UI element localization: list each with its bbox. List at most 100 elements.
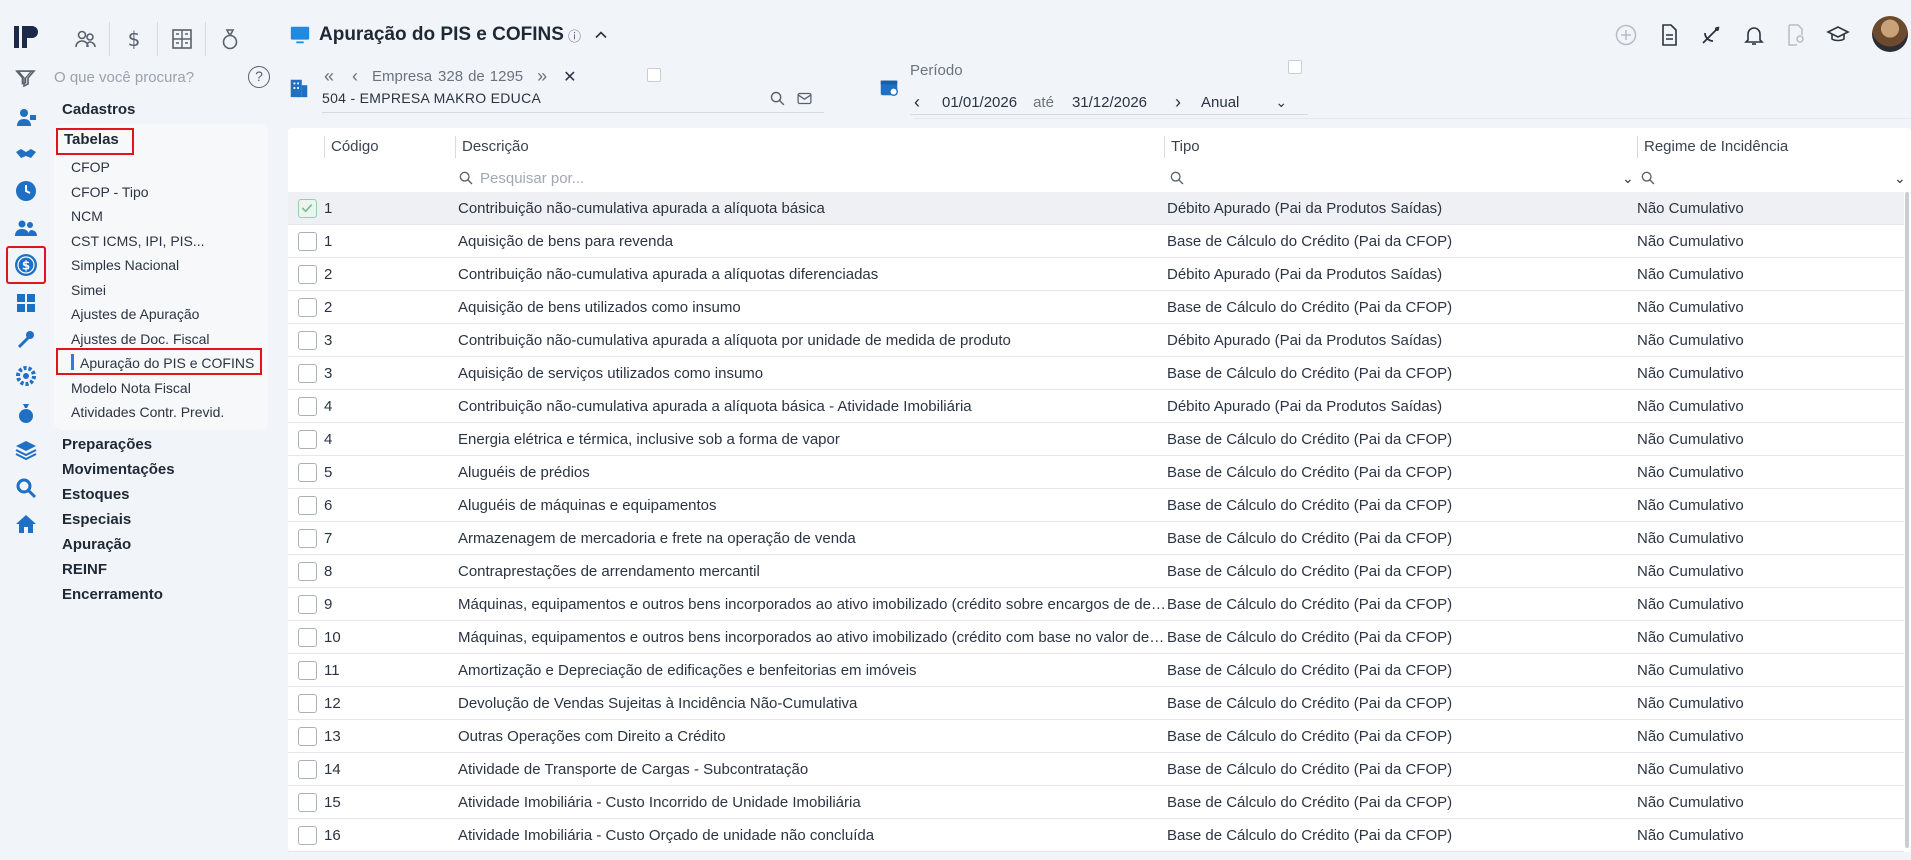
menu-search[interactable]: O que você procura? (14, 66, 270, 88)
people-icon[interactable] (62, 22, 110, 56)
row-checkbox[interactable] (298, 694, 317, 713)
row-checkbox[interactable] (298, 793, 317, 812)
next-period-button[interactable]: › (1175, 92, 1181, 113)
row-checkbox[interactable] (298, 199, 317, 218)
period-mode-select[interactable]: Anual (1201, 94, 1239, 111)
row-checkbox[interactable] (298, 265, 317, 284)
table-row[interactable]: 1 Aquisição de bens para revenda Base de C… (288, 225, 1904, 258)
table-row[interactable]: 4 Contribuição não-cumulativa apurada a a… (288, 390, 1904, 423)
row-checkbox[interactable] (298, 628, 317, 647)
row-checkbox[interactable] (298, 760, 317, 779)
row-checkbox[interactable] (298, 595, 317, 614)
handshake-icon[interactable] (12, 140, 40, 168)
submenu-item-cfop-tipo[interactable]: CFOP - Tipo (71, 184, 149, 200)
regime-filter-dropdown[interactable]: ⌄ (1894, 166, 1906, 190)
info-icon[interactable]: ⓘ (568, 26, 581, 45)
chevron-down-icon[interactable]: ⌄ (1275, 94, 1287, 111)
table-row[interactable]: 15 Atividade Imobiliária - Custo Incorrid… (288, 786, 1904, 819)
row-checkbox[interactable] (298, 232, 317, 251)
user-icon[interactable] (12, 103, 40, 131)
menu-reinf[interactable]: REINF (62, 561, 107, 578)
row-checkbox[interactable] (298, 727, 317, 746)
help-icon[interactable]: ? (248, 66, 270, 88)
row-checkbox[interactable] (298, 397, 317, 416)
period-end[interactable]: 31/12/2026 (1072, 94, 1147, 111)
menu-cadastros[interactable]: Cadastros (62, 101, 135, 118)
grid-calc-icon[interactable] (158, 22, 206, 56)
table-row[interactable]: 11 Amortização e Depreciação de edificaçõ… (288, 654, 1904, 687)
submenu-item-simples-nacional[interactable]: Simples Nacional (71, 257, 179, 273)
calculator-icon[interactable] (12, 289, 40, 317)
table-row[interactable]: 9 Máquinas, equipamentos e outros bens in… (288, 588, 1904, 621)
users-icon[interactable] (12, 214, 40, 242)
table-row[interactable]: 10 Máquinas, equipamentos e outros bens i… (288, 621, 1904, 654)
document-icon[interactable] (1656, 22, 1682, 48)
table-row[interactable]: 13 Outras Operações com Direito a Crédito… (288, 720, 1904, 753)
row-checkbox[interactable] (298, 364, 317, 383)
table-row[interactable]: 4 Energia elétrica e térmica, inclusive s… (288, 423, 1904, 456)
row-checkbox[interactable] (298, 331, 317, 350)
row-checkbox[interactable] (298, 430, 317, 449)
doc-search-icon[interactable] (1783, 22, 1809, 48)
row-checkbox[interactable] (298, 298, 317, 317)
submenu-item-cst[interactable]: CST ICMS, IPI, PIS... (71, 233, 205, 249)
table-scrollbar[interactable] (1905, 192, 1909, 848)
row-checkbox[interactable] (298, 826, 317, 845)
row-checkbox[interactable] (298, 496, 317, 515)
search-empresa-icon[interactable] (769, 90, 786, 107)
money-bag-icon[interactable] (12, 399, 40, 427)
row-checkbox[interactable] (298, 661, 317, 680)
bell-icon[interactable] (1741, 22, 1767, 48)
prev-period-button[interactable]: ‹ (914, 92, 920, 113)
close-icon[interactable]: ✕ (563, 67, 576, 87)
home-icon[interactable] (12, 510, 40, 538)
submenu-item-ncm[interactable]: NCM (71, 208, 103, 224)
menu-estoques[interactable]: Estoques (62, 486, 130, 503)
table-row[interactable]: 5 Aluguéis de prédios Base de Cálculo do C… (288, 456, 1904, 489)
graduation-cap-icon[interactable] (1825, 22, 1851, 48)
table-row[interactable]: 1 Contribuição não-cumulativa apurada a a… (288, 192, 1904, 225)
prev-empresa-button[interactable]: ‹ (352, 66, 358, 87)
col-header-descricao[interactable]: Descrição (455, 136, 529, 158)
tipo-filter-dropdown[interactable]: ⌄ (1622, 166, 1634, 190)
row-checkbox[interactable] (298, 529, 317, 548)
descricao-filter[interactable]: Pesquisar por... (458, 166, 584, 190)
col-header-codigo[interactable]: Código (324, 136, 379, 158)
submenu-item-simei[interactable]: Simei (71, 282, 106, 298)
submenu-item-ajustes-apuracao[interactable]: Ajustes de Apuração (71, 306, 199, 322)
table-row[interactable]: 6 Aluguéis de máquinas e equipamentos Base… (288, 489, 1904, 522)
tools-icon[interactable] (12, 326, 40, 354)
table-row[interactable]: 2 Aquisição de bens utilizados como insum… (288, 291, 1904, 324)
submenu-item-modelo-nota[interactable]: Modelo Nota Fiscal (71, 380, 191, 396)
satellite-icon[interactable] (1698, 22, 1724, 48)
dollar-icon[interactable]: $ (110, 22, 158, 56)
col-header-tipo[interactable]: Tipo (1164, 136, 1200, 158)
table-row[interactable]: 12 Devolução de Vendas Sujeitas à Incidên… (288, 687, 1904, 720)
app-logo[interactable] (12, 22, 40, 52)
row-checkbox[interactable] (298, 562, 317, 581)
user-avatar[interactable] (1872, 16, 1908, 52)
table-row[interactable]: 3 Aquisição de serviços utilizados como i… (288, 357, 1904, 390)
submenu-item-ajustes-doc-fiscal[interactable]: Ajustes de Doc. Fiscal (71, 331, 210, 347)
settings-icon[interactable] (12, 362, 40, 390)
tipo-filter[interactable] (1169, 166, 1185, 190)
menu-apuracao[interactable]: Apuração (62, 536, 131, 553)
period-start[interactable]: 01/01/2026 (942, 94, 1017, 111)
menu-especiais[interactable]: Especiais (62, 511, 131, 528)
col-header-regime[interactable]: Regime de Incidência (1637, 136, 1788, 158)
submenu-item-atividades[interactable]: Atividades Contr. Previd. (71, 404, 224, 420)
add-circle-icon[interactable] (1613, 22, 1639, 48)
table-row[interactable]: 3 Contribuição não-cumulativa apurada a a… (288, 324, 1904, 357)
row-checkbox[interactable] (298, 463, 317, 482)
menu-movimentacoes[interactable]: Movimentações (62, 461, 175, 478)
table-row[interactable]: 8 Contraprestações de arrendamento mercan… (288, 555, 1904, 588)
regime-filter[interactable] (1640, 166, 1656, 190)
table-row[interactable]: 2 Contribuição não-cumulativa apurada a a… (288, 258, 1904, 291)
menu-preparacoes[interactable]: Preparações (62, 436, 152, 453)
table-row[interactable]: 16 Atividade Imobiliária - Custo Orçado d… (288, 819, 1904, 852)
search-icon[interactable] (12, 474, 40, 502)
bag-icon[interactable] (206, 22, 254, 56)
table-row[interactable]: 7 Armazenagem de mercadoria e frete na op… (288, 522, 1904, 555)
empresa-name[interactable]: 504 - EMPRESA MAKRO EDUCA (322, 90, 541, 106)
chevron-up-icon[interactable] (591, 25, 611, 45)
